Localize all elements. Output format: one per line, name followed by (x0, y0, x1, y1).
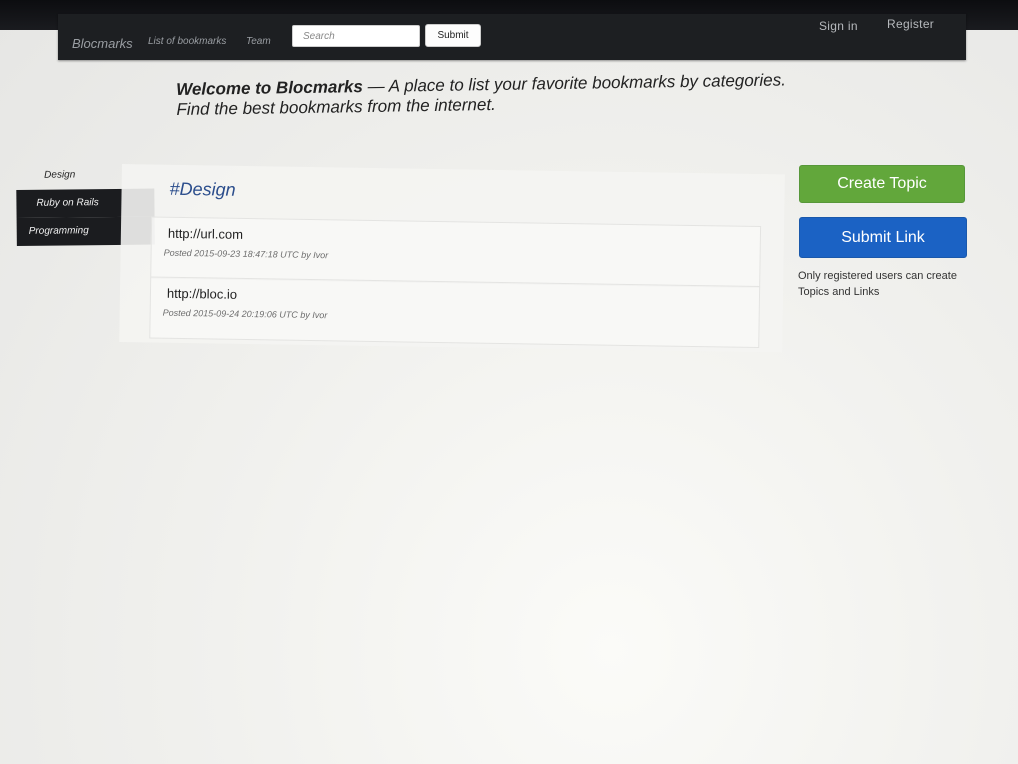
bookmark-url[interactable]: http://bloc.io (167, 286, 237, 302)
sign-in-link[interactable]: Sign in (819, 19, 858, 33)
submit-link-button[interactable]: Submit Link (799, 217, 967, 258)
welcome-banner: Welcome to Blocmarks — A place to list y… (176, 70, 797, 120)
search-input[interactable] (292, 25, 420, 47)
bookmark-url[interactable]: http://url.com (168, 226, 243, 242)
welcome-title: Welcome to Blocmarks (176, 77, 364, 99)
brand-logo[interactable]: Blocmarks (72, 36, 133, 51)
register-link[interactable]: Register (887, 17, 934, 31)
top-navbar: Blocmarks List of bookmarks Team Submit … (58, 14, 966, 60)
topic-panel: #Design http://url.com Posted 2015-09-23… (119, 164, 785, 353)
search-submit-button[interactable]: Submit (425, 24, 481, 47)
registration-note: Only registered users can create Topics … (798, 270, 957, 298)
create-topic-button[interactable]: Create Topic (799, 165, 965, 203)
bookmark-meta: Posted 2015-09-24 20:19:06 UTC by Ivor (162, 307, 328, 321)
bookmark-item: http://bloc.io Posted 2015-09-24 20:19:0… (149, 276, 761, 349)
nav-team[interactable]: Team (246, 36, 271, 47)
topic-title: #Design (169, 178, 236, 200)
welcome-dash: — (362, 76, 389, 97)
bookmark-meta: Posted 2015-09-23 18:47:18 UTC by Ivor (163, 247, 329, 261)
nav-list-of-bookmarks[interactable]: List of bookmarks (148, 36, 226, 47)
